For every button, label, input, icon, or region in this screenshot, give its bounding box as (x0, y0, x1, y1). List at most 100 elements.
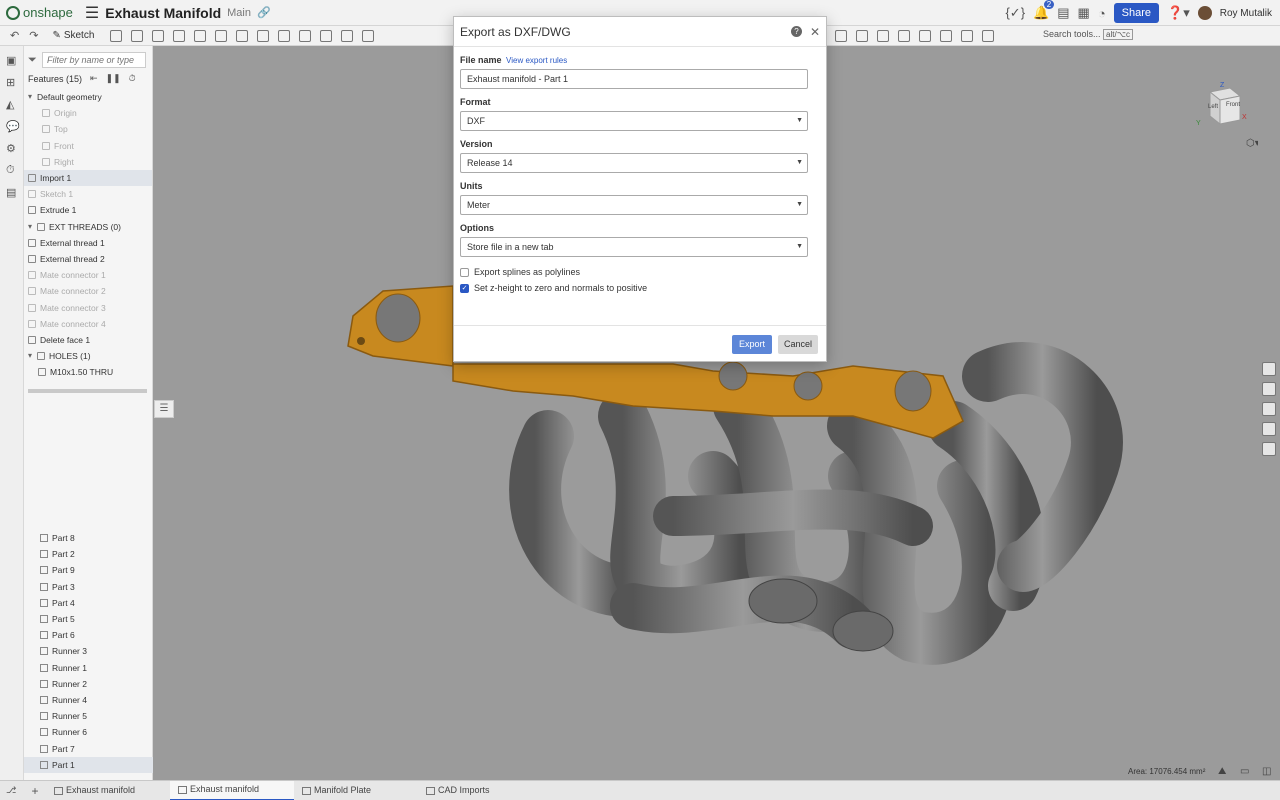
version-graph-icon[interactable]: ⎇ (6, 785, 16, 796)
onshape-logo[interactable]: onshape (6, 5, 73, 20)
display-mode-icon[interactable]: ⛰ (1218, 766, 1226, 777)
list-item[interactable]: Part 7 (24, 740, 153, 756)
notifications-icon[interactable]: 🔔 2 (1033, 0, 1055, 21)
list-item[interactable]: Mate connector 2 (24, 283, 152, 299)
chevron-down-icon[interactable]: ▾ (28, 219, 37, 235)
document-icon[interactable]: ▤ (1057, 5, 1069, 21)
loft-icon[interactable] (173, 29, 186, 42)
explode-icon[interactable] (1262, 442, 1276, 456)
list-item[interactable]: Runner 3 (24, 643, 153, 659)
configurations-icon[interactable]: ⊞ (6, 76, 18, 89)
feature-list-icon[interactable]: ▣ (6, 54, 18, 67)
avatar[interactable] (1197, 6, 1212, 20)
file-name-field[interactable]: Exhaust manifold - Part 1 (460, 69, 808, 89)
filter-icon[interactable]: ⏷ (28, 54, 42, 67)
list-item[interactable]: ▾ Default geometry (24, 89, 152, 105)
list-item[interactable]: External thread 2 (24, 251, 152, 267)
user-name[interactable]: Roy Mutalik (1220, 8, 1272, 19)
mate-connector-icon[interactable] (835, 29, 848, 42)
z-height-checkbox[interactable]: ✓ (460, 283, 469, 293)
list-item[interactable]: Runner 5 (24, 708, 153, 724)
options-select[interactable]: Store file in a new tab ▼ (460, 237, 808, 257)
add-tab-icon[interactable]: + (24, 784, 46, 798)
version-select[interactable]: Release 14 ▼ (460, 153, 808, 173)
share-button[interactable]: Share (1113, 3, 1160, 23)
sweep-icon[interactable] (152, 29, 165, 42)
tab-exhaust-manifold-part-studio[interactable]: Exhaust manifold (170, 780, 294, 800)
feature-filter-input[interactable] (42, 52, 146, 68)
split-icon[interactable] (877, 29, 890, 42)
list-item[interactable]: Part 5 (24, 611, 153, 627)
list-item[interactable]: Mate connector 3 (24, 299, 152, 315)
list-item[interactable]: Extrude 1 (24, 202, 152, 218)
list-item[interactable]: Part 4 (24, 595, 153, 611)
history-icon[interactable]: ⏱ (6, 164, 18, 176)
boolean-icon[interactable] (919, 29, 932, 42)
list-item[interactable]: ▾ EXT THREADS (0) (24, 219, 152, 235)
units-select[interactable]: Meter ▼ (460, 195, 808, 215)
list-item[interactable]: Part 6 (24, 627, 153, 643)
chevron-down-icon[interactable]: ▾ (28, 348, 37, 364)
appearance-icon[interactable]: ◭ (6, 98, 18, 111)
apps-icon[interactable]: ▦ (1078, 5, 1090, 21)
link-icon[interactable]: 🔗 (257, 6, 271, 19)
rollback-bar[interactable] (28, 389, 147, 393)
list-item[interactable]: ▾ HOLES (1) (24, 348, 152, 364)
list-item[interactable]: Runner 1 (24, 660, 153, 676)
cancel-button[interactable]: Cancel (778, 335, 818, 354)
splines-checkbox[interactable] (460, 267, 469, 277)
frame-icon[interactable] (961, 29, 974, 42)
list-item[interactable]: Part 8 (24, 530, 153, 546)
chevron-down-icon[interactable]: ▾ (28, 89, 37, 105)
list-item[interactable]: Right (24, 154, 152, 170)
view-cube[interactable]: Left Front Z Y X (1196, 82, 1248, 130)
fillet-icon[interactable] (215, 29, 228, 42)
appearance-panel-icon[interactable] (1262, 362, 1276, 376)
thread-icon[interactable] (341, 29, 354, 42)
tab-manifold-plate[interactable]: Manifold Plate (294, 781, 418, 800)
rollback-icon[interactable]: ⇤ (90, 73, 98, 84)
list-item[interactable]: M10x1.50 THRU (24, 364, 152, 380)
list-item[interactable]: Delete face 1 (24, 332, 152, 348)
branch-label[interactable]: Main (227, 7, 251, 19)
list-item[interactable]: Runner 6 (24, 724, 153, 740)
comments-icon[interactable]: 💬 (6, 120, 20, 133)
extrude-icon[interactable] (110, 29, 123, 42)
redo-icon[interactable]: ↷ (29, 29, 38, 42)
list-item[interactable]: Part 2 (24, 546, 153, 562)
list-item[interactable]: Mate connector 4 (24, 316, 152, 332)
document-title[interactable]: Exhaust Manifold (105, 5, 221, 21)
list-item[interactable]: Import 1 (24, 169, 152, 187)
menu-icon[interactable]: ☰ (85, 3, 99, 23)
sketch-button[interactable]: ✎ Sketch (52, 30, 94, 41)
tab-cad-imports[interactable]: CAD Imports (418, 781, 542, 800)
rib-icon[interactable] (278, 29, 291, 42)
variables-icon[interactable]: {✓} (1005, 5, 1025, 21)
list-item[interactable]: Mate connector 1 (24, 267, 152, 283)
pause-icon[interactable]: ❚❚ (106, 73, 121, 84)
mass-properties-icon[interactable] (1262, 382, 1276, 396)
list-toggle-icon[interactable]: ☰ (154, 400, 174, 418)
list-item[interactable]: Part 3 (24, 579, 153, 595)
shell-icon[interactable] (299, 29, 312, 42)
close-icon[interactable]: ✕ (810, 25, 820, 39)
help-icon[interactable]: ? (790, 26, 802, 37)
plane-icon[interactable] (856, 29, 869, 42)
sheet-metal-icon[interactable] (940, 29, 953, 42)
transform-icon[interactable] (898, 29, 911, 42)
list-item[interactable]: Sketch 1 (24, 186, 152, 202)
pattern-icon[interactable] (362, 29, 375, 42)
export-button[interactable]: Export (732, 335, 772, 354)
draft-icon[interactable] (257, 29, 270, 42)
thicken-icon[interactable] (194, 29, 207, 42)
search-tools[interactable]: Search tools... alt/⌥c (1043, 29, 1133, 40)
format-select[interactable]: DXF ▼ (460, 111, 808, 131)
list-item[interactable]: Front (24, 138, 152, 154)
list-item[interactable]: External thread 1 (24, 235, 152, 251)
list-item[interactable]: Runner 4 (24, 692, 153, 708)
render-mode-icon[interactable]: ▭ (1240, 766, 1249, 777)
list-item[interactable]: Origin (24, 105, 152, 121)
view-export-rules-link[interactable]: View export rules (506, 56, 567, 65)
sectioning-icon[interactable]: ◫ (1262, 766, 1271, 777)
list-item[interactable]: Runner 2 (24, 676, 153, 692)
